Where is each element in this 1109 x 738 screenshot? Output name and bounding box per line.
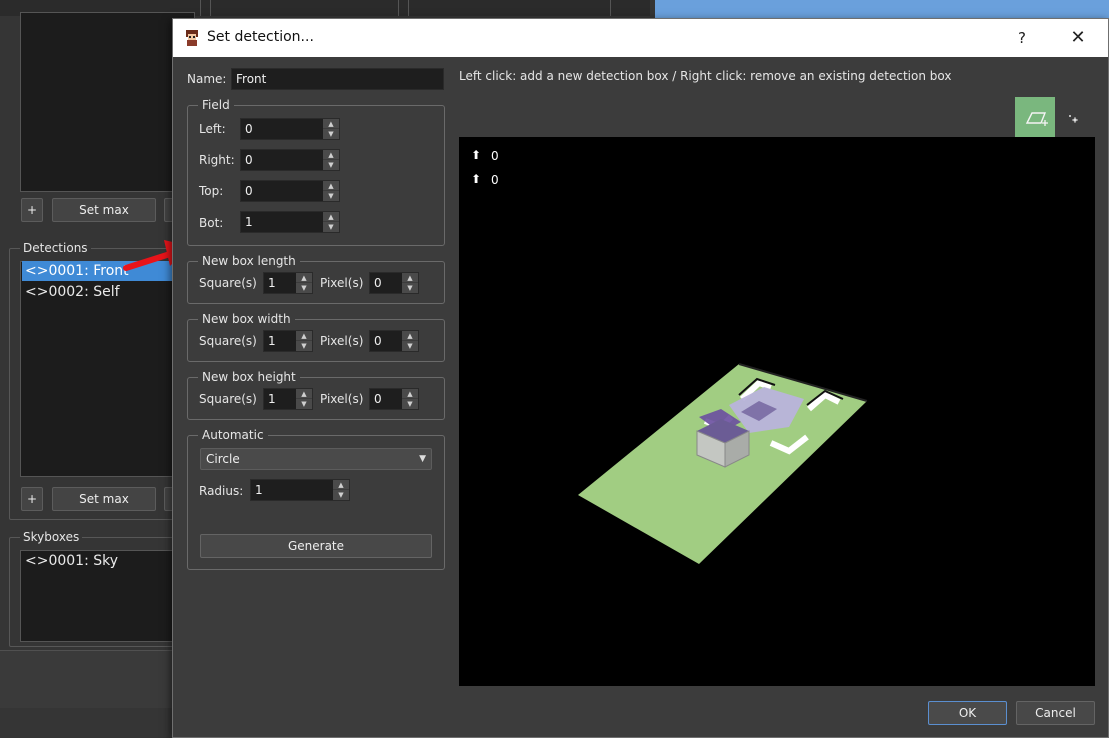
map-3d-scene xyxy=(578,363,868,564)
spin-up-icon[interactable]: ▲ xyxy=(296,273,312,283)
map-3d-viewport[interactable]: ⬆ 0 ⬆ 0 xyxy=(459,137,1095,686)
spin-up-icon[interactable]: ▲ xyxy=(296,331,312,341)
left-label: Left: xyxy=(199,122,226,136)
spin-up-icon[interactable]: ▲ xyxy=(323,181,339,191)
set-max-button-2[interactable]: Set max xyxy=(52,487,156,511)
box-width-pixels-spinbox[interactable]: 0 ▲ ▼ xyxy=(369,330,419,352)
box-length-squares-value: 1 xyxy=(268,276,276,290)
add-box-tool-button[interactable] xyxy=(1015,97,1055,137)
radius-label: Radius: xyxy=(199,484,244,498)
spin-down-icon[interactable]: ▼ xyxy=(402,283,418,293)
spin-up-icon[interactable]: ▲ xyxy=(402,331,418,341)
spin-up-icon[interactable]: ▲ xyxy=(402,389,418,399)
top-spinbox[interactable]: 0 ▲ ▼ xyxy=(240,180,340,202)
box-height-pixels-spinbox[interactable]: 0 ▲ ▼ xyxy=(369,388,419,410)
spin-down-icon[interactable]: ▼ xyxy=(333,490,349,500)
box-height-squares-value: 1 xyxy=(268,392,276,406)
box-height-pixels-label: Pixel(s) xyxy=(320,392,364,406)
skybox-item-sky[interactable]: <>0001: Sky xyxy=(22,551,118,571)
name-label: Name: xyxy=(187,72,227,86)
box-height-pixels-value: 0 xyxy=(374,392,382,406)
add-button[interactable]: + xyxy=(21,198,43,222)
top-value: 0 xyxy=(245,184,253,198)
spin-down-icon[interactable]: ▼ xyxy=(402,341,418,351)
box-width-squares-label: Square(s) xyxy=(199,334,257,348)
radius-spinbox[interactable]: 1 ▲ ▼ xyxy=(250,479,350,501)
spin-down-icon[interactable]: ▼ xyxy=(296,341,312,351)
spin-down-icon[interactable]: ▼ xyxy=(402,399,418,409)
generate-button[interactable]: Generate xyxy=(200,534,432,558)
spin-down-icon[interactable]: ▼ xyxy=(323,129,339,139)
background-list-top[interactable] xyxy=(20,12,195,192)
spin-down-icon[interactable]: ▼ xyxy=(296,399,312,409)
box-width-squares-spinbox[interactable]: 1 ▲ ▼ xyxy=(263,330,313,352)
help-button[interactable]: ? xyxy=(1011,27,1033,49)
set-max-button[interactable]: Set max xyxy=(52,198,156,222)
right-label: Right: xyxy=(199,153,235,167)
spin-up-icon[interactable]: ▲ xyxy=(296,389,312,399)
spin-up-icon[interactable]: ▲ xyxy=(402,273,418,283)
shape-value: Circle xyxy=(206,452,240,466)
spin-down-icon[interactable]: ▼ xyxy=(323,191,339,201)
spin-up-icon[interactable]: ▲ xyxy=(333,480,349,490)
instructions-hint: Left click: add a new detection box / Ri… xyxy=(459,69,952,83)
box-length-pixels-value: 0 xyxy=(374,276,382,290)
magic-wand-icon[interactable] xyxy=(1061,107,1081,127)
left-value: 0 xyxy=(245,122,253,136)
skyboxes-title: Skyboxes xyxy=(20,530,83,544)
cancel-button[interactable]: Cancel xyxy=(1016,701,1095,725)
name-input[interactable]: Front xyxy=(231,68,444,90)
bot-label: Bot: xyxy=(199,216,224,230)
automatic-title: Automatic xyxy=(198,428,268,442)
box-length-title: New box length xyxy=(198,254,300,268)
dialog-titlebar[interactable]: Set detection... ? ✕ xyxy=(173,19,1108,57)
bot-spinbox[interactable]: 1 ▲ ▼ xyxy=(240,211,340,233)
left-spinbox[interactable]: 0 ▲ ▼ xyxy=(240,118,340,140)
dialog-title: Set detection... xyxy=(207,29,314,45)
spin-up-icon[interactable]: ▲ xyxy=(323,212,339,222)
add-button-2[interactable]: + xyxy=(21,487,43,511)
box-height-squares-label: Square(s) xyxy=(199,392,257,406)
box-length-pixels-spinbox[interactable]: 0 ▲ ▼ xyxy=(369,272,419,294)
detections-title: Detections xyxy=(20,241,91,255)
app-character-icon xyxy=(186,30,198,46)
box-height-squares-spinbox[interactable]: 1 ▲ ▼ xyxy=(263,388,313,410)
set-detection-dialog: Set detection... ? ✕ Name: Front Field L… xyxy=(172,18,1109,738)
spin-down-icon[interactable]: ▼ xyxy=(296,283,312,293)
spin-down-icon[interactable]: ▼ xyxy=(323,160,339,170)
radius-value: 1 xyxy=(255,483,263,497)
bot-value: 1 xyxy=(245,215,253,229)
box-length-pixels-label: Pixel(s) xyxy=(320,276,364,290)
shape-combobox[interactable]: Circle ▼ xyxy=(200,448,432,470)
chevron-down-icon: ▼ xyxy=(419,454,426,464)
box-width-pixels-value: 0 xyxy=(374,334,382,348)
close-button[interactable]: ✕ xyxy=(1066,27,1090,51)
box-width-title: New box width xyxy=(198,312,295,326)
ok-button[interactable]: OK xyxy=(928,701,1007,725)
spin-down-icon[interactable]: ▼ xyxy=(323,222,339,232)
spin-up-icon[interactable]: ▲ xyxy=(323,150,339,160)
box-length-squares-label: Square(s) xyxy=(199,276,257,290)
spin-up-icon[interactable]: ▲ xyxy=(323,119,339,129)
right-value: 0 xyxy=(245,153,253,167)
top-label: Top: xyxy=(199,184,224,198)
box-height-title: New box height xyxy=(198,370,300,384)
detection-item-self[interactable]: <>0002: Self xyxy=(22,282,120,302)
box-width-pixels-label: Pixel(s) xyxy=(320,334,364,348)
box-width-squares-value: 1 xyxy=(268,334,276,348)
box-length-squares-spinbox[interactable]: 1 ▲ ▼ xyxy=(263,272,313,294)
pencil-plus-icon xyxy=(1025,112,1048,126)
field-group-title: Field xyxy=(198,98,234,112)
right-spinbox[interactable]: 0 ▲ ▼ xyxy=(240,149,340,171)
